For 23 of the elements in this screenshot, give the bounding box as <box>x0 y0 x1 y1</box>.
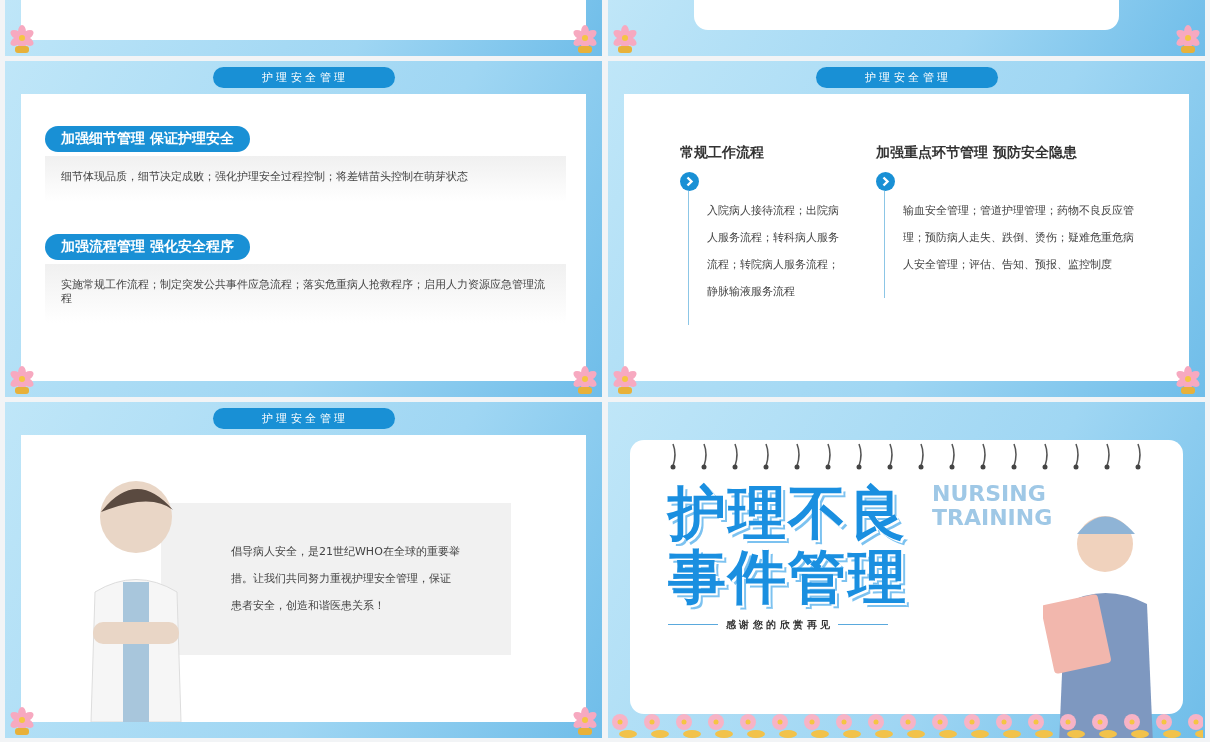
cover-title: 事件管理 <box>668 545 908 610</box>
slide-header: 护 理 安 全 管 理 <box>815 67 998 88</box>
column-text: 入院病人接待流程；出院病人服务流程；转科病人服务流程；转院病人服务流程；静脉输液服务流程 <box>688 191 840 325</box>
slide-thumbnail[interactable] <box>5 0 602 56</box>
slide-header: 护 理 安 全 管 理 <box>212 408 395 429</box>
slide-thumbnail[interactable] <box>608 0 1205 56</box>
column-heading: 常规工作流程 <box>680 144 765 162</box>
slide-thumbnail[interactable]: 护 理 安 全 管 理 常规工作流程 入院病人接待流程；出院病人服务流程；转科病人服务流程；转院病人服务流程；静脉输液服务流程 加强重点环节管理 预防安全隐患 输血安全管理；管道护理管理；药物不良反应管理；预防病人走失、跌倒、烫伤；疑难危重危病人安全管理；评估、告知、预报、监控制度 <box>608 61 1205 397</box>
cover-subtitle: 感 谢 您 的 欣 赏 再 见 <box>726 617 831 632</box>
chevron-icon <box>876 172 895 191</box>
column-text: 输血安全管理；管道护理管理；药物不良反应管理；预防病人走失、跌倒、烫伤；疑难危重危病人安全管理；评估、告知、预报、监控制度 <box>884 191 1136 298</box>
quote-text: 倡导病人安全，是21世纪WHO在全球的重要举措。让我们共同努力重视护理安全管理，保证患者安全，创造和谐医患关系！ <box>161 502 511 655</box>
watermark-text: TRAINING <box>932 506 1053 531</box>
chevron-icon <box>680 172 699 191</box>
slide-thumbnail[interactable]: 护理不良 事件管理 感 谢 您 的 欣 赏 再 见 NURSING TRAINING <box>608 402 1205 738</box>
column-heading: 加强重点环节管理 预防安全隐患 <box>876 144 1078 162</box>
cover-title: 护理不良 <box>668 482 908 546</box>
slide-thumbnail[interactable]: 护 理 安 全 管 理 倡导病人安全，是21世纪WHO在全球的重要举措。让我们共同努力重视护理安全管理，保证患者安全，创造和谐医患关系！ <box>5 402 602 738</box>
section-heading: 加强流程管理 强化安全程序 <box>45 233 250 260</box>
slide-header: 护 理 安 全 管 理 <box>212 67 395 88</box>
section-heading: 加强细节管理 保证护理安全 <box>45 126 250 152</box>
slide-thumbnail[interactable]: 护 理 安 全 管 理 加强细节管理 保证护理安全 细节体现品质，细节决定成败；强化护理安全过程控制；将差错苗头控制在萌芽状态 加强流程管理 强化安全程序 实施常规工作流程；制定突发公共事件应急流程；落实危重病人抢救程序；启用人力资源应急管理流程 <box>5 61 602 397</box>
watermark-text: NURSING <box>932 482 1047 507</box>
